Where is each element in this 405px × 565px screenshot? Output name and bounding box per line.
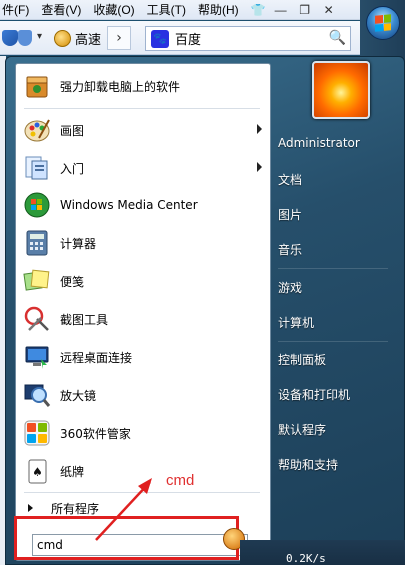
annotation-text: cmd [166,472,195,489]
annotation-arrow [95,478,152,541]
net-speed-readout: 0.2K/s [286,552,326,565]
